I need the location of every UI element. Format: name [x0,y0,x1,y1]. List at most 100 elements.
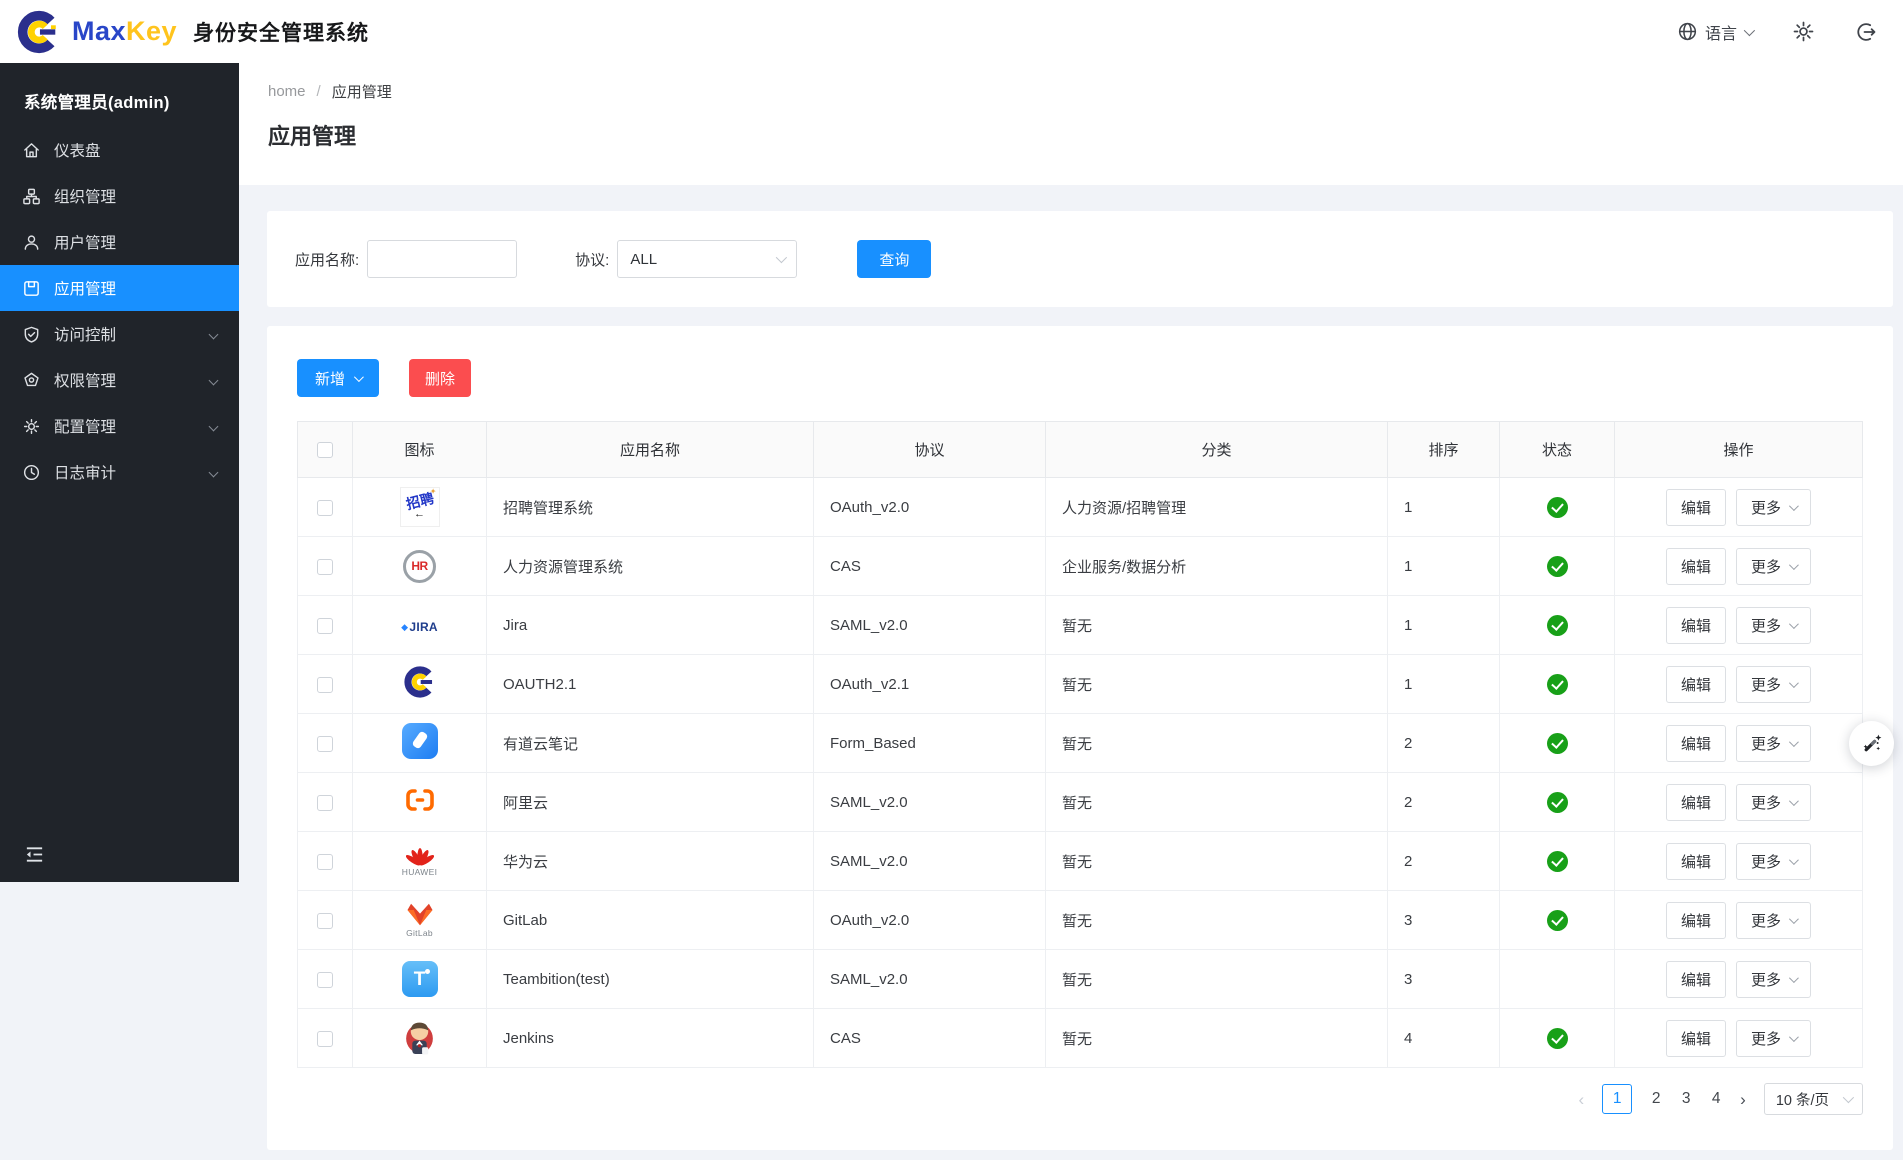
app-sort: 4 [1388,1009,1500,1068]
more-button[interactable]: 更多 [1736,489,1811,526]
language-switcher[interactable]: 语言 [1677,20,1752,44]
row-checkbox[interactable] [317,913,333,929]
edit-button[interactable]: 编辑 [1666,902,1726,939]
breadcrumb-home-link[interactable]: home [268,83,306,100]
sidebar-item-日志审计[interactable]: 日志审计 [0,449,239,495]
table-row: GitLabGitLabOAuth_v2.0暂无3编辑更多 [298,891,1863,950]
sidebar-item-仪表盘[interactable]: 仪表盘 [0,127,239,173]
edit-button[interactable]: 编辑 [1666,843,1726,880]
chevron-down-icon [1789,560,1799,570]
app-category: 暂无 [1046,1009,1388,1068]
sidebar-item-label: 组织管理 [54,185,116,207]
sidebar-item-组织管理[interactable]: 组织管理 [0,173,239,219]
edit-button[interactable]: 编辑 [1666,607,1726,644]
appstore-icon [22,279,41,298]
row-checkbox[interactable] [317,677,333,693]
page-button-current[interactable]: 1 [1602,1084,1632,1114]
table-row: HR人力资源管理系统CAS企业服务/数据分析1编辑更多 [298,537,1863,596]
more-button[interactable]: 更多 [1736,548,1811,585]
more-button[interactable]: 更多 [1736,1020,1811,1057]
app-category: 暂无 [1046,832,1388,891]
brand-suffix: 身份安全管理系统 [193,17,369,47]
row-checkbox[interactable] [317,500,333,516]
chevron-down-icon [1843,1092,1854,1103]
edit-button[interactable]: 编辑 [1666,725,1726,762]
app-status [1500,891,1615,950]
column-header-category: 分类 [1046,422,1388,478]
check-circle-icon [1547,556,1568,577]
more-button[interactable]: 更多 [1736,784,1811,821]
app-name: 华为云 [487,832,814,891]
edit-button[interactable]: 编辑 [1666,666,1726,703]
table-header-row: 图标 应用名称 协议 分类 排序 状态 操作 [298,422,1863,478]
edit-button[interactable]: 编辑 [1666,784,1726,821]
row-checkbox[interactable] [317,854,333,870]
row-actions: 编辑更多 [1615,714,1863,773]
app-status [1500,773,1615,832]
chevron-down-icon [209,329,219,339]
page-button[interactable]: 3 [1680,1090,1692,1108]
sidebar-item-配置管理[interactable]: 配置管理 [0,403,239,449]
chevron-down-icon [1789,678,1799,688]
delete-button[interactable]: 删除 [409,359,471,397]
teambition-icon: T [402,961,438,997]
row-checkbox[interactable] [317,736,333,752]
edit-button[interactable]: 编辑 [1666,489,1726,526]
table-body: 招聘←招聘管理系统OAuth_v2.0人力资源/招聘管理1编辑更多HR人力资源管… [298,478,1863,1068]
sidebar-item-访问控制[interactable]: 访问控制 [0,311,239,357]
magic-wand-button[interactable] [1849,721,1894,766]
add-button[interactable]: 新增 [297,359,379,397]
chevron-right-icon[interactable]: › [1740,1091,1746,1108]
chevron-left-icon[interactable]: ‹ [1578,1091,1584,1108]
page-button[interactable]: 2 [1650,1090,1662,1108]
filter-panel: 应用名称: 协议: ALL 查询 [267,211,1893,307]
edit-button[interactable]: 编辑 [1666,1020,1726,1057]
sidebar-item-权限管理[interactable]: 权限管理 [0,357,239,403]
app-category: 暂无 [1046,714,1388,773]
sidebar-item-应用管理[interactable]: 应用管理 [0,265,239,311]
chevron-down-icon [776,252,787,263]
more-button[interactable]: 更多 [1736,902,1811,939]
app-protocol: CAS [814,1009,1046,1068]
row-checkbox[interactable] [317,559,333,575]
sidebar-item-用户管理[interactable]: 用户管理 [0,219,239,265]
maxkey-icon [403,665,437,699]
more-button[interactable]: 更多 [1736,607,1811,644]
apps-table: 图标 应用名称 协议 分类 排序 状态 操作 招聘←招聘管理系统OAuth_v2… [297,421,1863,1068]
chevron-down-icon [1789,619,1799,629]
app-category: 暂无 [1046,891,1388,950]
sidebar-collapse-button[interactable] [24,844,45,870]
row-checkbox[interactable] [317,795,333,811]
edit-button[interactable]: 编辑 [1666,548,1726,585]
search-button[interactable]: 查询 [857,240,931,278]
check-circle-icon [1547,497,1568,518]
logout-button[interactable] [1855,21,1877,43]
column-header-icon: 图标 [353,422,487,478]
protocol-select-value: ALL [630,251,657,268]
check-circle-icon [1547,733,1568,754]
audit-clock-icon [22,463,41,482]
row-checkbox[interactable] [317,618,333,634]
app-protocol: OAuth_v2.0 [814,478,1046,537]
page-button[interactable]: 4 [1710,1090,1722,1108]
more-button[interactable]: 更多 [1736,725,1811,762]
more-button[interactable]: 更多 [1736,843,1811,880]
row-checkbox[interactable] [317,972,333,988]
sidebar-item-label: 访问控制 [54,323,116,345]
chevron-down-icon [1789,914,1799,924]
hr-icon: HR [403,550,436,583]
app-sort: 2 [1388,714,1500,773]
more-button[interactable]: 更多 [1736,666,1811,703]
edit-button[interactable]: 编辑 [1666,961,1726,998]
select-all-checkbox[interactable] [317,442,333,458]
page-size-select[interactable]: 10 条/页 [1764,1083,1863,1115]
more-button[interactable]: 更多 [1736,961,1811,998]
check-circle-icon [1547,674,1568,695]
check-circle-icon [1547,792,1568,813]
protocol-select[interactable]: ALL [617,240,797,278]
app-protocol: OAuth_v2.1 [814,655,1046,714]
row-checkbox[interactable] [317,1031,333,1047]
app-name-input[interactable] [367,240,517,278]
current-user-label: 系统管理员(admin) [0,63,239,113]
settings-button[interactable] [1792,20,1815,43]
